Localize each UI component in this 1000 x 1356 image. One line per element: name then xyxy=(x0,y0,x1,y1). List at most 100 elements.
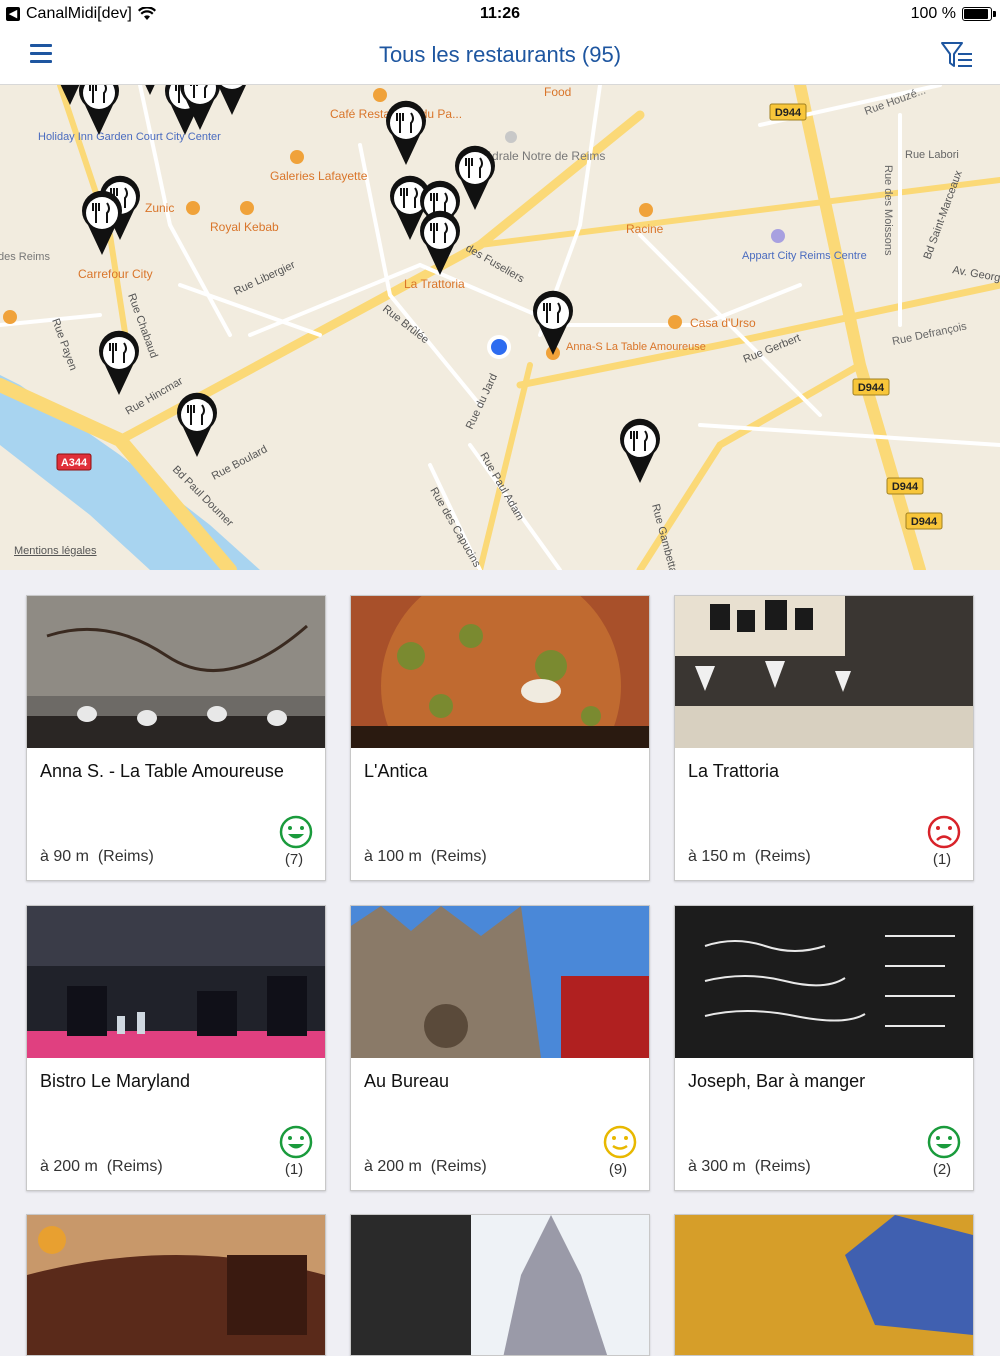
happy-smiley-icon xyxy=(927,1125,961,1159)
restaurant-name: Anna S. - La Table Amoureuse xyxy=(40,761,284,781)
restaurant-name: Au Bureau xyxy=(364,1071,450,1091)
street-label: Bd Saint-Marceaux xyxy=(922,169,965,261)
review-count: (9) xyxy=(608,1161,628,1178)
restaurant-name: Bistro Le Maryland xyxy=(40,1071,191,1091)
poi-label[interactable]: Appart City Reims Centre xyxy=(742,250,867,262)
street-label: Rue Paul Adam xyxy=(477,451,526,523)
poi-label[interactable]: Carrefour City xyxy=(78,267,153,281)
neutral-smiley-icon xyxy=(603,1125,637,1159)
restaurant-photo xyxy=(27,906,325,1058)
restaurant-distance: à 200 m (Reims) xyxy=(364,1158,487,1175)
road-shield-label: A344 xyxy=(61,457,88,469)
poi-dot[interactable] xyxy=(290,150,304,164)
restaurant-name: La Trattoria xyxy=(688,761,780,781)
restaurant-card[interactable]: La Trattoria à 150 m (Reims) (1) xyxy=(674,595,974,881)
restaurant-pin-icon[interactable] xyxy=(82,190,123,255)
street-label: des Fuseliers xyxy=(464,242,527,285)
restaurant-photo xyxy=(27,1215,325,1355)
battery-icon xyxy=(962,7,996,21)
status-time: 11:26 xyxy=(479,5,521,22)
street-label: Rue Payen xyxy=(49,317,79,372)
sad-smiley-icon xyxy=(927,815,961,849)
happy-smiley-icon xyxy=(279,815,313,849)
legal-link[interactable]: Mentions légales xyxy=(14,545,97,557)
restaurant-name: L'Antica xyxy=(364,761,428,781)
current-location-icon xyxy=(487,335,511,359)
poi-label[interactable]: Royal Kebab xyxy=(210,220,279,234)
restaurant-pin-icon[interactable] xyxy=(99,330,139,395)
street-label: Rue Libergier xyxy=(232,259,297,298)
status-bar: ◀ CanalMidi[dev] 11:26 100 % xyxy=(0,0,1000,28)
restaurant-photo xyxy=(27,596,325,748)
poi-label[interactable]: Zunic xyxy=(145,201,174,215)
restaurant-name: Joseph, Bar à manger xyxy=(688,1071,866,1091)
restaurant-distance: à 300 m (Reims) xyxy=(688,1158,811,1175)
restaurant-photo xyxy=(351,596,649,748)
street-label: Rue Brûlée xyxy=(380,303,431,346)
review-count: (1) xyxy=(932,851,952,868)
restaurant-card[interactable]: L'Antica à 100 m (Reims) xyxy=(350,595,650,881)
review-count: (2) xyxy=(932,1161,952,1178)
filter-icon[interactable] xyxy=(940,40,974,70)
restaurant-card[interactable]: Anna S. - La Table Amoureuse à 90 m (Rei… xyxy=(26,595,326,881)
restaurant-distance: à 150 m (Reims) xyxy=(688,848,811,865)
road-shield-label: D944 xyxy=(911,516,938,528)
review-count: (1) xyxy=(284,1161,304,1178)
street-label: Av. Georg... xyxy=(951,264,1000,286)
restaurant-photo xyxy=(675,1215,973,1355)
restaurant-card[interactable]: Bistro Le Maryland à 200 m (Reims) (1) xyxy=(26,905,326,1191)
restaurant-distance: à 100 m (Reims) xyxy=(364,848,487,865)
street-label: Rue des Moissons xyxy=(882,165,894,256)
restaurant-card[interactable] xyxy=(26,1214,326,1356)
street-label: Rue Defrançois xyxy=(891,320,968,348)
restaurant-photo xyxy=(351,906,649,1058)
restaurant-photo xyxy=(675,906,973,1058)
street-label: Rue du Jard xyxy=(464,372,500,431)
poi-dot[interactable] xyxy=(186,201,200,215)
restaurant-card[interactable] xyxy=(674,1214,974,1356)
poi-label[interactable]: Food xyxy=(544,85,571,99)
poi-dot[interactable] xyxy=(240,201,254,215)
poi-label[interactable]: Racine xyxy=(626,222,664,236)
restaurant-card[interactable]: Joseph, Bar à manger à 300 m (Reims) (2) xyxy=(674,905,974,1191)
restaurant-photo xyxy=(351,1215,649,1355)
poi-dot[interactable] xyxy=(3,310,17,324)
poi-label[interactable]: Casa d'Urso xyxy=(690,316,756,330)
poi-label[interactable]: Holiday Inn Garden Court City Center xyxy=(38,131,221,143)
restaurant-distance: à 90 m (Reims) xyxy=(40,848,154,865)
street-label: Rue Boulard xyxy=(210,443,270,482)
restaurant-distance: à 200 m (Reims) xyxy=(40,1158,163,1175)
restaurant-pin-icon[interactable] xyxy=(620,418,660,483)
poi-label[interactable]: Anna-S La Table Amoureuse xyxy=(566,341,706,353)
restaurant-pin-icon[interactable] xyxy=(177,392,218,457)
nav-bar: Tous les restaurants (95) xyxy=(0,28,1000,85)
poi-dot[interactable] xyxy=(668,315,682,329)
battery-level xyxy=(964,9,988,19)
poi-dot[interactable] xyxy=(771,229,785,243)
map-canvas[interactable]: D944 D944 D944 D944 A344 Café Restaurant… xyxy=(0,85,1000,570)
poi-label[interactable]: La Trattoria xyxy=(404,277,465,291)
road-shield-label: D944 xyxy=(892,481,919,493)
restaurant-photo xyxy=(675,596,973,748)
restaurant-map[interactable]: D944 D944 D944 D944 A344 Café Restaurant… xyxy=(0,85,1000,570)
page-title: Tous les restaurants (95) xyxy=(378,42,622,67)
road-shield-label: D944 xyxy=(858,382,885,394)
restaurant-pin-icon[interactable] xyxy=(130,85,170,95)
restaurant-pin-icon[interactable] xyxy=(385,100,426,165)
road-shield-label: D944 xyxy=(775,107,802,119)
restaurant-pin-icon[interactable] xyxy=(419,210,460,275)
restaurant-card[interactable]: Au Bureau à 200 m (Reims) (9) xyxy=(350,905,650,1191)
poi-label[interactable]: Galeries Lafayette xyxy=(270,169,368,183)
street-label: des Reims xyxy=(0,251,50,263)
review-count: (7) xyxy=(284,851,304,868)
street-label: Rue des Capucins xyxy=(427,486,483,570)
battery-percent: 100 % xyxy=(910,5,956,22)
street-label: Rue Labori xyxy=(905,149,959,161)
restaurant-card[interactable] xyxy=(350,1214,650,1356)
restaurant-pin-icon[interactable] xyxy=(79,85,119,135)
status-right: 100 % xyxy=(910,5,996,23)
poi-dot[interactable] xyxy=(639,203,653,217)
poi-dot[interactable] xyxy=(505,131,517,143)
poi-dot[interactable] xyxy=(373,88,387,102)
restaurant-pin-icon[interactable] xyxy=(454,145,496,210)
